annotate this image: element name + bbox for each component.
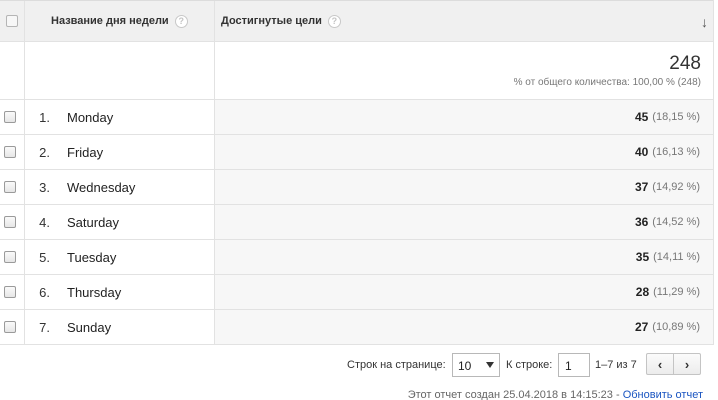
chevron-left-icon: ‹ [657,356,663,372]
row-day: Friday [67,144,104,160]
arrow-down-icon[interactable]: ↓ [701,14,708,30]
rows-per-page-label: Строк на странице: [347,359,446,371]
row-day: Sunday [67,319,112,335]
row-dim-cell: 5. Tuesday [25,240,215,274]
table-row: 2. Friday 40 (16,13 %) [0,135,713,170]
row-day: Wednesday [67,179,136,195]
table-row: 7. Sunday 27 (10,89 %) [0,310,713,345]
row-percent: (14,52 %) [652,216,700,228]
row-metric-cell: 27 (10,89 %) [215,310,713,344]
header-check-cell [0,1,25,41]
row-value: 45 [634,110,649,124]
row-checkbox[interactable] [4,216,16,228]
row-percent: (10,89 %) [652,321,700,333]
dimension-header-label: Название дня недели [51,15,169,27]
pagination-bar: Строк на странице: 10 К строке: 1 1–7 из… [0,352,718,378]
metric-header-label: Достигнутые цели [221,15,322,27]
row-dim-cell: 2. Friday [25,135,215,169]
total-subtitle: % от общего количества: 100,00 % (248) [513,77,701,88]
row-index: 7. [39,319,50,335]
prev-page-button[interactable]: ‹ [647,354,673,374]
row-dim-cell: 7. Sunday [25,310,215,344]
row-check-cell [0,310,25,344]
total-value: 248 [669,53,701,74]
row-dim-cell: 1. Monday [25,100,215,134]
metric-help-icon[interactable]: ? [327,14,341,28]
dimension-header[interactable]: Название дня недели ? [25,1,215,41]
row-dim-cell: 6. Thursday [25,275,215,309]
report-table: Название дня недели ? Достигнутые цели ?… [0,0,714,345]
row-metric-cell: 40 (16,13 %) [215,135,713,169]
table-row: 1. Monday 45 (18,15 %) [0,100,713,135]
row-day: Saturday [67,214,120,230]
row-percent: (16,13 %) [652,146,700,158]
row-value: 37 [634,180,649,194]
row-percent: (18,15 %) [652,111,700,123]
table-header: Название дня недели ? Достигнутые цели ?… [0,0,713,42]
row-checkbox[interactable] [4,321,16,333]
goto-row-label: К строке: [506,359,553,371]
row-value: 28 [635,285,650,299]
row-percent: (14,92 %) [652,181,700,193]
next-page-button[interactable]: › [673,354,700,374]
row-checkbox[interactable] [4,181,16,193]
row-check-cell [0,240,25,274]
row-day: Thursday [67,284,122,300]
row-value: 35 [635,250,650,264]
page-nav-buttons: ‹ › [646,353,701,375]
row-index: 4. [39,214,50,230]
row-check-cell [0,100,25,134]
totals-row: 248 % от общего количества: 100,00 % (24… [0,42,713,100]
row-value: 27 [634,320,649,334]
table-row: 6. Thursday 28 (11,29 %) [0,275,713,310]
row-index: 1. [39,109,50,125]
row-percent: (14,11 %) [653,251,700,263]
row-checkbox[interactable] [4,146,16,158]
select-all-checkbox[interactable] [6,15,18,27]
row-index: 2. [39,144,50,160]
row-dim-cell: 4. Saturday [25,205,215,239]
row-index: 5. [39,249,50,265]
table-row: 4. Saturday 36 (14,52 %) [0,205,713,240]
table-row: 3. Wednesday 37 (14,92 %) [0,170,713,205]
row-value: 40 [634,145,649,159]
row-day: Monday [67,109,114,125]
row-day: Tuesday [67,249,117,265]
row-metric-cell: 36 (14,52 %) [215,205,713,239]
row-index: 3. [39,179,50,195]
row-check-cell [0,135,25,169]
report-created-text: Этот отчет создан 25.04.2018 в 14:15:23 … [407,389,623,400]
totals-metric-cell: 248 % от общего количества: 100,00 % (24… [215,42,713,99]
row-checkbox[interactable] [4,111,16,123]
row-metric-cell: 37 (14,92 %) [215,170,713,204]
chevron-right-icon: › [684,356,690,372]
page-range-text: 1–7 из 7 [595,359,637,371]
goto-row-input[interactable]: 1 [558,353,590,377]
chevron-down-icon [486,362,494,368]
row-metric-cell: 35 (14,11 %) [215,240,713,274]
row-checkbox[interactable] [4,286,16,298]
totals-dim-cell [25,42,215,99]
dimension-help-icon[interactable]: ? [174,14,188,28]
row-value: 36 [634,215,649,229]
row-check-cell [0,170,25,204]
totals-check-cell [0,42,25,99]
table-row: 5. Tuesday 35 (14,11 %) [0,240,713,275]
row-metric-cell: 28 (11,29 %) [215,275,713,309]
rows-per-page-select[interactable]: 10 [452,353,500,377]
row-index: 6. [39,284,50,300]
rows-per-page-value: 10 [458,359,472,373]
row-checkbox[interactable] [4,251,16,263]
row-metric-cell: 45 (18,15 %) [215,100,713,134]
row-percent: (11,29 %) [653,286,700,298]
metric-header[interactable]: Достигнутые цели ? ↓ [215,1,713,41]
report-footer: Этот отчет создан 25.04.2018 в 14:15:23 … [408,389,703,400]
row-check-cell [0,205,25,239]
row-check-cell [0,275,25,309]
row-dim-cell: 3. Wednesday [25,170,215,204]
refresh-report-link[interactable]: Обновить отчет [623,389,703,400]
